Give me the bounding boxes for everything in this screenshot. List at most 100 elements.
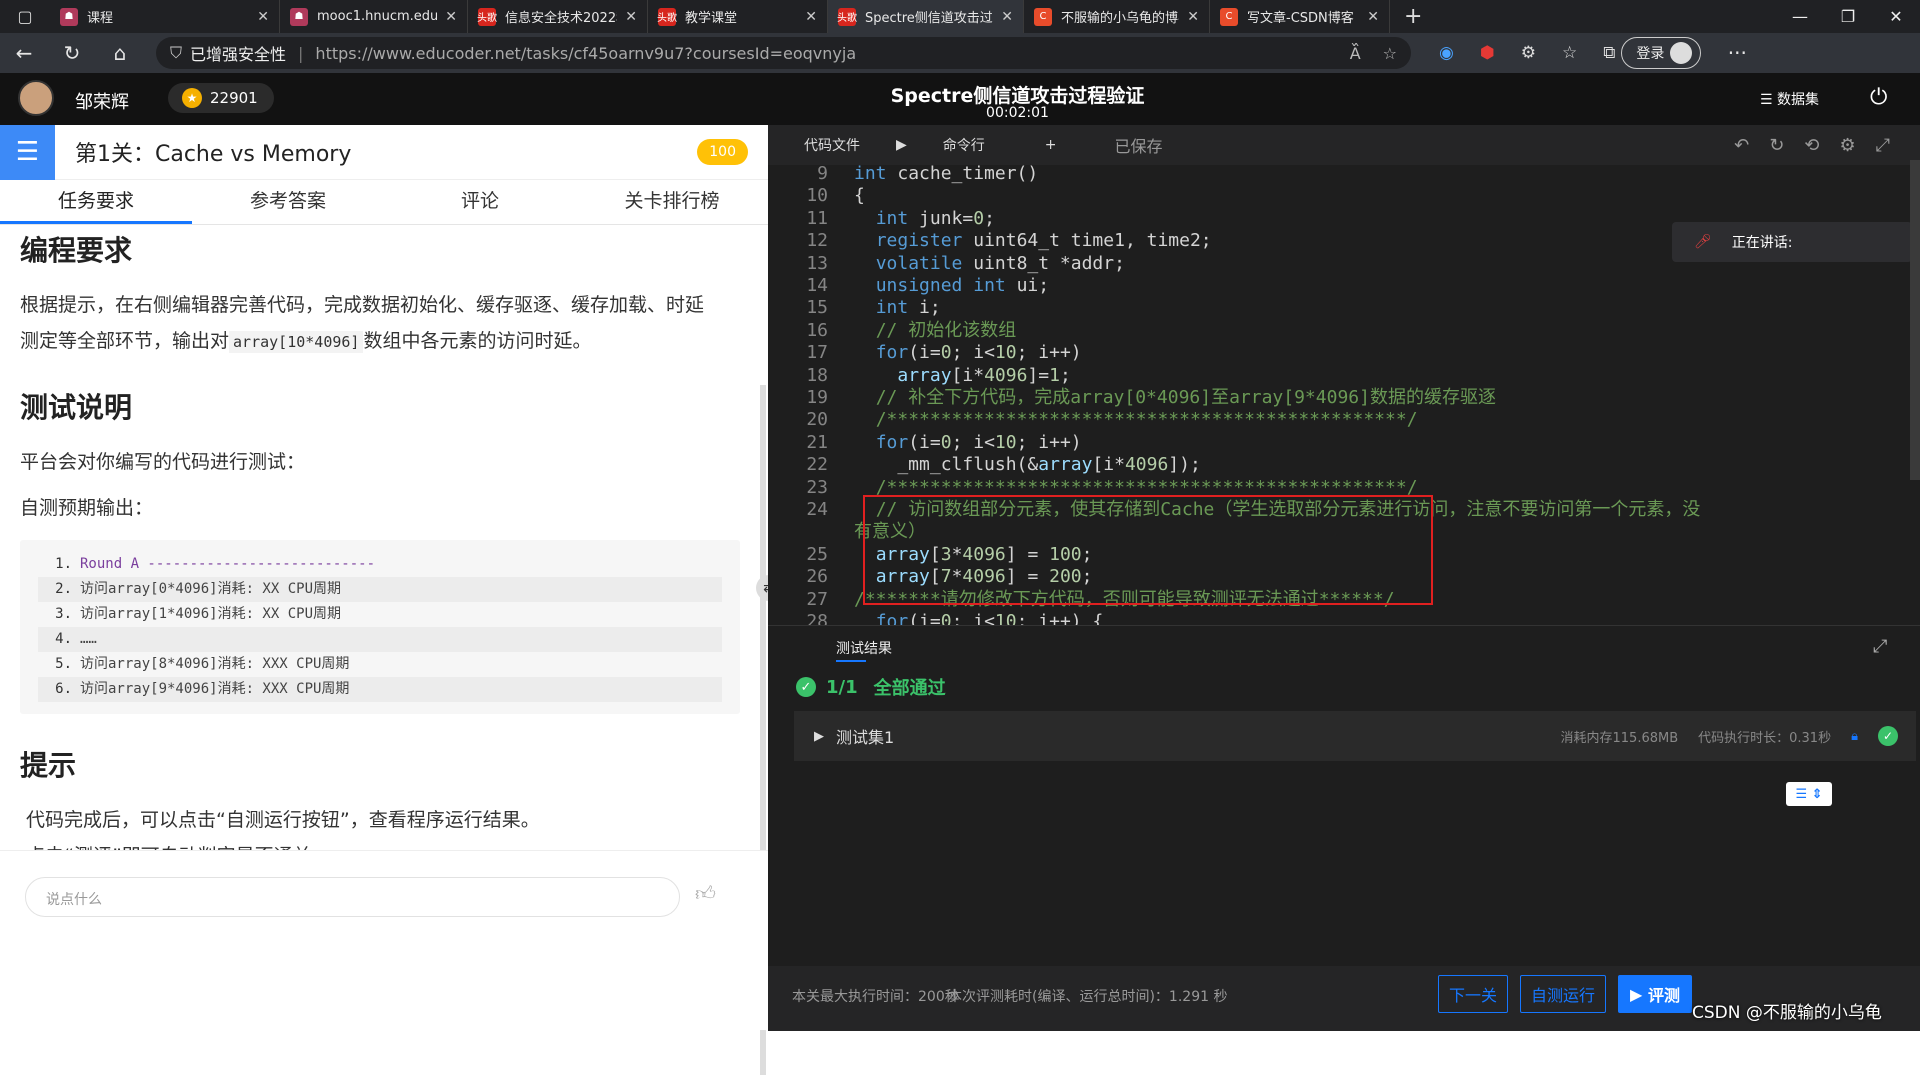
menu-icon[interactable]: ☰	[0, 124, 55, 180]
tab-comments[interactable]: 评论	[384, 180, 576, 224]
close-tab-icon[interactable]: ✕	[1001, 9, 1013, 25]
run-icon[interactable]: ▶	[878, 137, 925, 153]
code-token: int	[973, 275, 1006, 296]
dataset-link[interactable]: ☰ 数据集	[1760, 89, 1819, 109]
tab-label: 教学课堂	[685, 11, 738, 26]
extension-icon-1[interactable]: ◉	[1439, 43, 1454, 63]
code-token: ;	[1059, 364, 1071, 386]
section-title: 编程要求	[20, 234, 133, 267]
tab-reference-answer[interactable]: 参考答案	[192, 180, 384, 224]
more-icon[interactable]: ···	[1713, 41, 1761, 65]
browser-tab[interactable]: 头歌信息安全技术2022秋季 ✕	[468, 0, 648, 33]
speaking-label: 正在讲话:	[1731, 235, 1793, 251]
browser-tab[interactable]: ☗ 课程 ✕	[50, 0, 280, 33]
text: 根据提示，在右侧编辑器完善代码，完成数据初始化、缓存驱逐、缓存加载、时延	[20, 294, 705, 316]
result-tab[interactable]: 测试结果	[836, 638, 892, 662]
muted-mic-icon[interactable]: 🎤︎	[1694, 234, 1712, 250]
undo-icon[interactable]: ↶	[1734, 135, 1749, 156]
fullscreen-icon[interactable]: ⤢	[1876, 135, 1890, 156]
history-icon[interactable]: ⟲	[1804, 135, 1819, 156]
code-token: 0	[940, 431, 952, 453]
line-number: 2.	[55, 581, 72, 597]
code-token: register	[875, 230, 963, 252]
close-tab-icon[interactable]: ✕	[445, 9, 457, 25]
login-label: 登录	[1636, 46, 1665, 62]
site-favicon-icon: C	[1220, 7, 1238, 26]
evaluate-label: 评测	[1647, 986, 1680, 1005]
reload-icon[interactable]: ↻	[48, 41, 96, 65]
favorites-icon[interactable]: ☆	[1562, 43, 1577, 63]
expand-icon[interactable]: ⤢	[1873, 636, 1887, 657]
expected-line: 5. 访问array[8*4096]消耗: XXX CPU周期	[38, 652, 722, 677]
close-tab-icon[interactable]: ✕	[625, 9, 637, 25]
maximize-icon[interactable]: ❐	[1824, 7, 1872, 26]
power-icon[interactable]: ⏻	[1870, 85, 1887, 110]
read-aloud-icon[interactable]: A᷈	[1350, 44, 1361, 63]
line-number: 4.	[55, 631, 72, 647]
code-token: 10	[994, 431, 1017, 453]
tab-task-requirements[interactable]: 任务要求	[0, 180, 192, 224]
code-token: ; i<	[951, 342, 995, 364]
code-files-tab[interactable]: 代码文件	[768, 135, 878, 155]
code-token: junk=	[908, 207, 974, 229]
browser-tab[interactable]: C 不服输的小乌龟的博客 ✕	[1024, 0, 1210, 33]
extensions-icon[interactable]: ⚙	[1521, 43, 1536, 63]
profile-avatar	[1670, 42, 1693, 64]
back-icon[interactable]: ←	[0, 41, 48, 65]
browser-tab[interactable]: C 写文章-CSDN博客 ✕	[1210, 0, 1390, 33]
extension-icon-2[interactable]: ⬢	[1480, 43, 1495, 63]
lock-icon: 🔒︎	[1851, 728, 1858, 744]
code-token: int	[875, 207, 909, 229]
code-token: array	[1038, 454, 1093, 476]
browser-tab[interactable]: 头歌 Spectre侧信道攻击过程 ✕	[828, 0, 1024, 33]
evaluate-button[interactable]: ▶︎ 评测	[1618, 975, 1692, 1013]
paragraph: 平台会对你编写的代码进行测试：	[20, 451, 306, 473]
site-favicon-icon: 头歌	[477, 7, 497, 26]
window-menu-icon[interactable]: ▢	[0, 0, 50, 33]
login-button[interactable]: 登录	[1621, 37, 1702, 69]
layers-icon: ☰	[1760, 92, 1773, 108]
next-level-button[interactable]: 下一关	[1438, 975, 1508, 1013]
test-set-row[interactable]: ▶ 测试集1 消耗内存115.68MB 代码执行时长：0.31秒 🔒︎ ✓	[794, 711, 1916, 761]
refresh-icon[interactable]: ↻	[1769, 135, 1784, 156]
check-icon: ✓	[796, 677, 816, 697]
test-set-name: 测试集1	[836, 728, 895, 747]
close-tab-icon[interactable]: ✕	[1367, 9, 1379, 25]
settings-icon[interactable]: ⚙	[1839, 135, 1855, 156]
command-line-tab[interactable]: 命令行	[925, 135, 1003, 155]
browser-tab[interactable]: 头歌 教学课堂 ✕	[648, 0, 828, 33]
add-tab-icon[interactable]: +	[1027, 137, 1075, 153]
shield-icon: ⛉	[170, 43, 183, 62]
code-token: for	[875, 342, 909, 364]
close-tab-icon[interactable]: ✕	[1187, 9, 1199, 25]
thumbs-up-icon[interactable]: 👍︎	[695, 881, 716, 906]
close-tab-icon[interactable]: ✕	[257, 9, 269, 25]
url-input[interactable]: ⛉ 已增强安全性 | https://www.educoder.net/task…	[156, 37, 1411, 69]
home-icon[interactable]: ⌂	[96, 41, 144, 65]
expand-triangle-icon[interactable]: ▶	[814, 729, 824, 744]
new-tab-button[interactable]: +	[1390, 4, 1436, 29]
favorite-add-icon[interactable]: ☆	[1383, 44, 1397, 63]
text: 测定等全部环节，输出对	[20, 330, 230, 352]
code-token: int	[854, 165, 887, 184]
timer: 00:02:01	[986, 105, 1049, 121]
tab-ranking[interactable]: 关卡排行榜	[576, 180, 768, 224]
collections-icon[interactable]: ⧉	[1603, 43, 1615, 63]
pass-count: 1/1	[826, 676, 858, 698]
browser-tab[interactable]: ☗ mooc1.hnucm.edu.cn/ ✕	[280, 0, 468, 33]
comment-input[interactable]: 说点什么	[25, 877, 680, 917]
minimize-icon[interactable]: —	[1776, 7, 1824, 26]
editor-scrollbar[interactable]	[1910, 160, 1920, 480]
assistant-select[interactable]: ☰ ⇕	[1786, 782, 1832, 806]
close-tab-icon[interactable]: ✕	[805, 9, 817, 25]
self-test-button[interactable]: 自测运行	[1520, 975, 1606, 1013]
code-token: [i*	[951, 364, 985, 386]
close-window-icon[interactable]: ✕	[1872, 7, 1920, 26]
task-title: Spectre侧信道攻击过程验证	[890, 85, 1145, 107]
play-icon: ▶︎	[1630, 984, 1643, 1004]
code-token: // 补全下方代码，完成array[0*4096]至array[9*4096]数…	[875, 387, 1496, 408]
expected-line: 2. 访问array[0*4096]消耗: XX CPU周期	[38, 577, 722, 602]
